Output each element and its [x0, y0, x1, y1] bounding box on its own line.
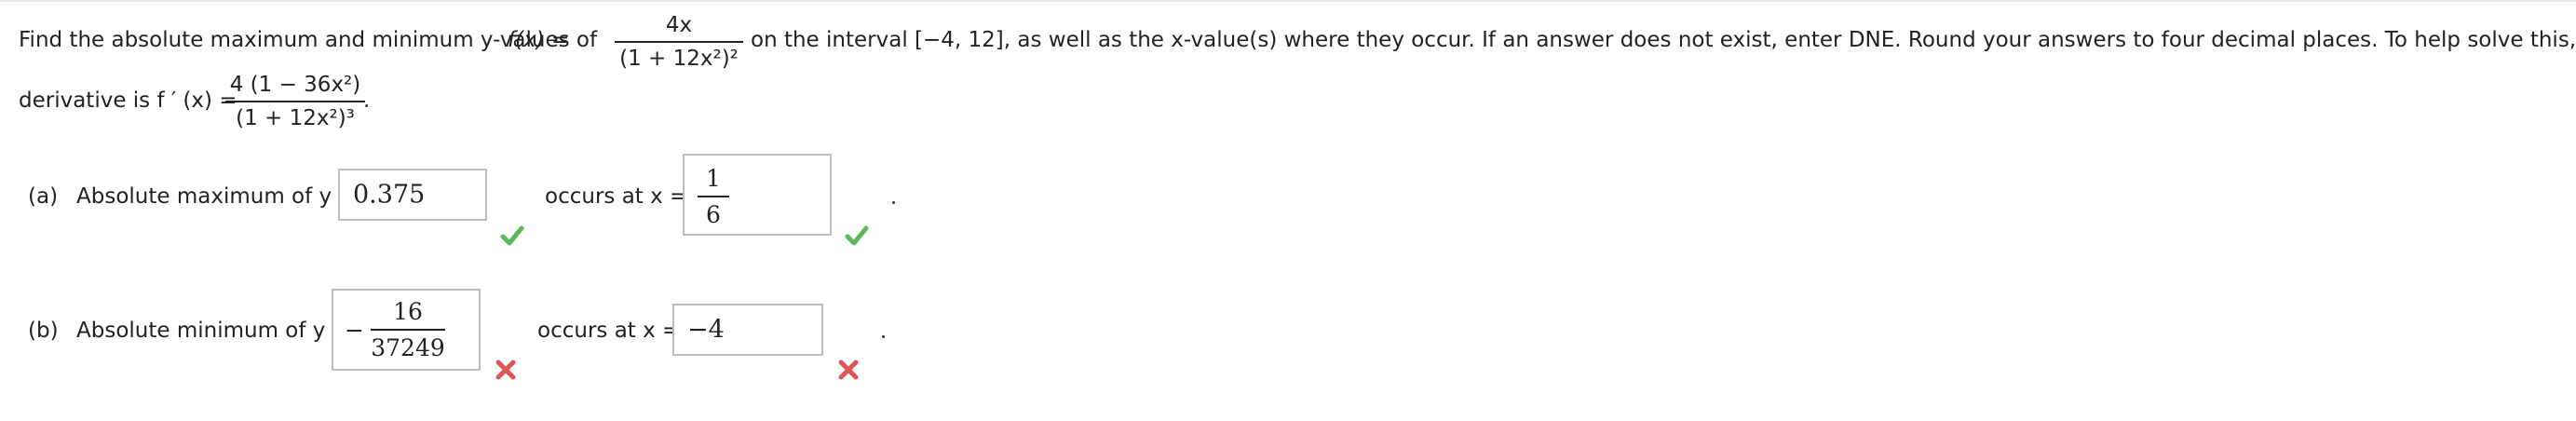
max-x-fraction: 1 6 [698, 165, 729, 228]
question-interval-text: on the interval [−4, 12], as well as the… [751, 28, 2576, 52]
derivative-denominator: (1 + 12x²)³ [236, 106, 355, 130]
derivative-label: derivative is f ′ (x) = [19, 88, 237, 113]
derivative-period: . [363, 88, 371, 113]
fraction-bar [371, 329, 445, 331]
min-y-input[interactable]: − 16 37249 [332, 289, 481, 371]
incorrect-x-icon [838, 360, 859, 380]
min-x-input[interactable]: −4 [672, 304, 823, 356]
fraction-bar [698, 196, 729, 197]
derivative-numerator: 4 (1 − 36x²) [229, 73, 361, 97]
function-denominator: (1 + 12x²)² [619, 47, 739, 71]
incorrect-x-icon [495, 360, 516, 380]
part-a-prompt: Absolute maximum of y = [76, 184, 357, 209]
fraction-bar [225, 101, 365, 102]
part-b-occurs-label: occurs at x = [537, 319, 681, 343]
max-x-numerator: 1 [706, 165, 721, 192]
max-y-value: 0.375 [353, 180, 426, 210]
function-numerator: 4x [665, 13, 693, 37]
function-label: f(x) = [508, 28, 570, 52]
min-y-sign: − [345, 317, 364, 344]
max-y-input[interactable]: 0.375 [338, 169, 487, 221]
fraction-bar [615, 41, 743, 43]
function-fraction: 4x (1 + 12x²)² [615, 13, 743, 71]
min-y-denominator: 37249 [371, 334, 445, 361]
min-x-value: −4 [687, 315, 725, 345]
top-divider [0, 0, 2576, 2]
correct-check-icon [500, 225, 524, 246]
part-b-label: (b) [28, 319, 59, 343]
correct-check-icon [845, 225, 869, 246]
part-a-period [892, 201, 895, 204]
derivative-fraction: 4 (1 − 36x²) (1 + 12x²)³ [225, 73, 365, 130]
part-b-period [882, 335, 885, 338]
min-y-fraction: 16 37249 [371, 298, 445, 361]
part-b-prompt: Absolute minimum of y = [76, 319, 350, 343]
max-x-input[interactable]: 1 6 [683, 154, 832, 236]
max-x-denominator: 6 [706, 201, 721, 228]
part-a-label: (a) [28, 184, 59, 209]
min-y-numerator: 16 [393, 298, 423, 325]
part-a-occurs-label: occurs at x = [545, 184, 688, 209]
